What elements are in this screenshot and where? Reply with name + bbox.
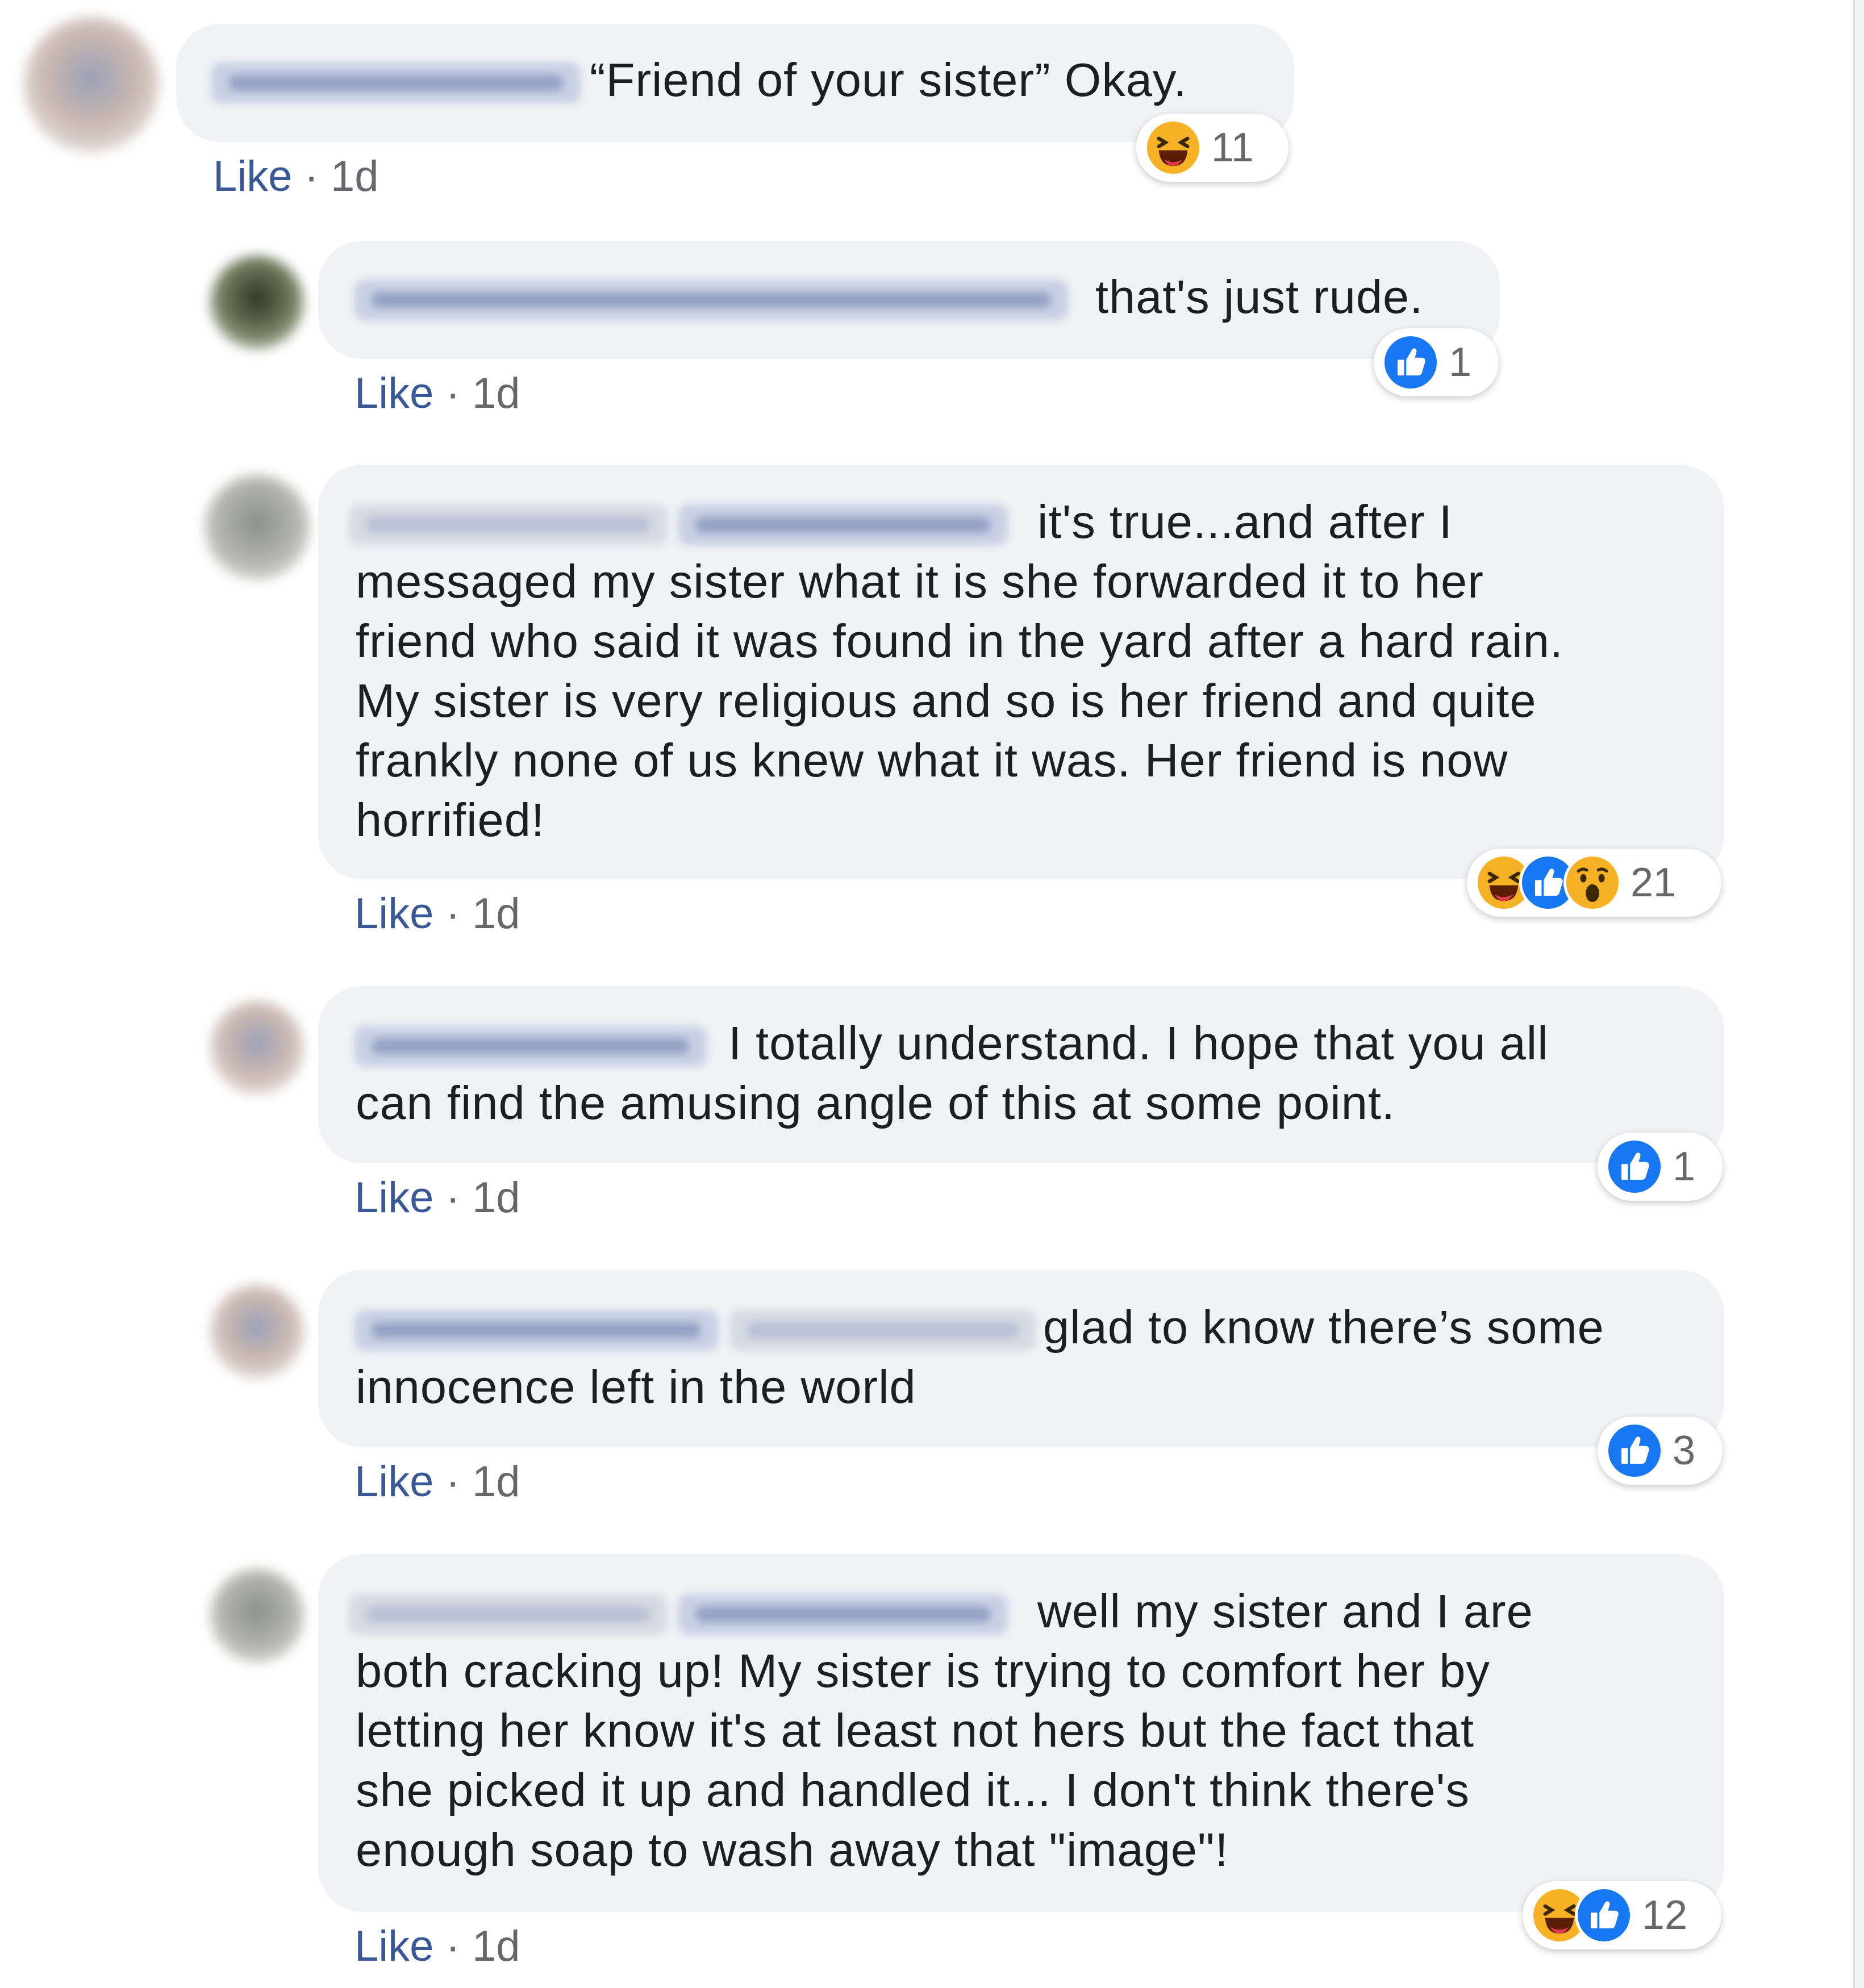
reaction-count: 12 <box>1642 1893 1688 1938</box>
comment-text: “Friend of your sister” Okay. <box>590 53 1187 106</box>
haha-icon <box>1144 119 1202 177</box>
comment-text-line: friend who said it was found in the yard… <box>356 615 1563 667</box>
comment-text-line: can find the amusing angle of this at so… <box>356 1076 1395 1129</box>
avatar[interactable] <box>205 475 310 580</box>
comment-bubble: “Friend of your sister” Okay. <box>176 24 1294 142</box>
reaction-count: 1 <box>1673 1144 1696 1189</box>
commenter-name-blurred[interactable] <box>678 1594 1008 1635</box>
commenter-name-blurred[interactable] <box>355 1026 707 1067</box>
reaction-count: 1 <box>1449 340 1472 385</box>
meta-separator: · <box>445 889 472 938</box>
reaction-summary[interactable]: 11 <box>1136 114 1288 182</box>
reaction-count: 3 <box>1673 1428 1696 1473</box>
like-icon <box>1382 333 1440 391</box>
avatar[interactable] <box>210 1001 304 1095</box>
comment-text-line: well my sister and I are <box>1037 1585 1533 1638</box>
meta-separator: · <box>304 152 331 201</box>
like-link[interactable]: Like <box>355 1173 433 1222</box>
comment-meta: Like · 1d <box>355 1921 520 1972</box>
comment-meta: Like · 1d <box>213 151 379 202</box>
reaction-summary[interactable]: 3 <box>1598 1417 1723 1485</box>
comment-text-line: enough soap to wash away that "image"! <box>356 1823 1229 1876</box>
commenter-name-blurred[interactable] <box>211 62 581 103</box>
comment-text-line: innocence left in the world <box>356 1360 916 1413</box>
like-icon <box>1606 1138 1663 1196</box>
like-link[interactable]: Like <box>355 369 433 417</box>
commenter-name-blurred[interactable] <box>349 1594 667 1635</box>
comment-bubble: glad to know there’s some innocence left… <box>318 1270 1724 1447</box>
comment-meta: Like · 1d <box>355 1456 520 1507</box>
wow-icon <box>1563 854 1621 912</box>
comment-time[interactable]: 1d <box>472 1922 520 1970</box>
reaction-count: 11 <box>1211 125 1254 170</box>
reaction-summary[interactable]: 1 <box>1598 1133 1723 1201</box>
avatar[interactable] <box>210 256 304 349</box>
commenter-name-blurred[interactable] <box>678 504 1008 545</box>
comment-text-line: glad to know there’s some <box>1043 1301 1604 1354</box>
avatar[interactable] <box>24 17 159 152</box>
meta-separator: · <box>445 1922 472 1970</box>
comment-text-line: messaged my sister what it is she forwar… <box>356 555 1484 608</box>
meta-separator: · <box>445 369 472 417</box>
like-icon <box>1606 1422 1663 1480</box>
like-link[interactable]: Like <box>213 152 292 201</box>
avatar[interactable] <box>210 1569 304 1663</box>
reaction-summary[interactable]: 21 <box>1467 849 1721 917</box>
like-link[interactable]: Like <box>355 889 433 938</box>
comment-meta: Like · 1d <box>355 888 520 939</box>
comment-text-line: she picked it up and handled it... I don… <box>356 1764 1470 1816</box>
comment-time[interactable]: 1d <box>472 1457 520 1506</box>
commenter-name-blurred[interactable] <box>355 1310 718 1351</box>
comment-bubble: well my sister and I are both cracking u… <box>318 1554 1724 1912</box>
comment-thread: “Friend of your sister” Okay. 11 Like · … <box>0 0 1864 1988</box>
scrollbar-track[interactable] <box>1853 0 1864 1988</box>
avatar[interactable] <box>210 1285 304 1379</box>
comment-time[interactable]: 1d <box>472 1173 520 1222</box>
comment-meta: Like · 1d <box>355 368 520 419</box>
comment-time[interactable]: 1d <box>331 152 379 201</box>
commenter-name-blurred[interactable] <box>349 504 667 545</box>
like-link[interactable]: Like <box>355 1457 433 1506</box>
comment-time[interactable]: 1d <box>472 889 520 938</box>
comment-bubble: it's true...and after I messaged my sist… <box>318 465 1724 879</box>
comment-meta: Like · 1d <box>355 1172 520 1223</box>
reaction-count: 21 <box>1631 860 1677 905</box>
comment-text-line: frankly none of us knew what it was. Her… <box>356 734 1508 787</box>
meta-separator: · <box>445 1457 472 1506</box>
comment-text-line: horrified! <box>356 793 545 846</box>
reaction-summary[interactable]: 1 <box>1374 328 1499 396</box>
meta-separator: · <box>445 1173 472 1222</box>
comment-text-line: I totally understand. I hope that you al… <box>728 1017 1549 1070</box>
comment-bubble: that's just rude. <box>318 241 1500 359</box>
comment-text-line: letting her know it's at least not hers … <box>356 1704 1475 1757</box>
comment-text-line: both cracking up! My sister is trying to… <box>356 1644 1490 1697</box>
comment-text: that's just rude. <box>1095 270 1424 323</box>
like-icon <box>1575 1886 1633 1944</box>
comment-text-line: My sister is very religious and so is he… <box>356 674 1537 727</box>
like-link[interactable]: Like <box>355 1922 433 1970</box>
comment-text-line: it's true...and after I <box>1037 495 1453 548</box>
reaction-summary[interactable]: 12 <box>1523 1881 1721 1949</box>
comment-bubble: I totally understand. I hope that you al… <box>318 986 1724 1163</box>
commenter-name-blurred[interactable] <box>729 1310 1036 1351</box>
commenter-name-blurred[interactable] <box>355 279 1068 320</box>
comment-time[interactable]: 1d <box>472 369 520 417</box>
